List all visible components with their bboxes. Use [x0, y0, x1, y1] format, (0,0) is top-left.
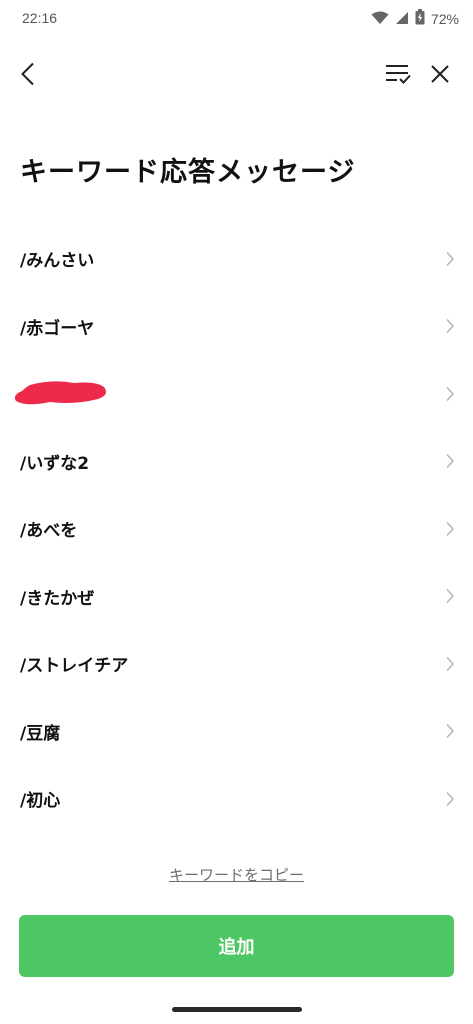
back-button[interactable]: [8, 56, 48, 96]
chevron-right-icon: [443, 724, 457, 739]
chevron-right-icon: [443, 319, 457, 334]
chevron-left-icon: [20, 62, 36, 90]
battery-charging-icon: [415, 9, 425, 29]
keyword-item[interactable]: /あべを: [0, 495, 473, 563]
status-time: 22:16: [22, 10, 58, 26]
keyword-item[interactable]: /いずな2: [0, 428, 473, 496]
keyword-item[interactable]: /初心: [0, 765, 473, 833]
keyword-item[interactable]: /みんさい: [0, 225, 473, 293]
home-indicator[interactable]: [172, 1007, 302, 1012]
keyword-label: /いずな2: [20, 453, 90, 474]
copy-keywords-link[interactable]: キーワードをコピー: [0, 864, 473, 885]
keyword-item[interactable]: /ストレイチア: [0, 630, 473, 698]
page-title: キーワード応答メッセージ: [20, 157, 356, 188]
close-icon: [430, 64, 450, 88]
keyword-label: /初心: [20, 791, 61, 812]
sort-check-icon: [385, 63, 411, 89]
battery-percentage: 72%: [430, 11, 459, 27]
add-button[interactable]: 追加: [19, 915, 454, 977]
keyword-label: /赤ゴーヤ: [20, 318, 95, 339]
chevron-right-icon: [443, 386, 457, 401]
chevron-right-icon: [443, 656, 457, 671]
chevron-right-icon: [443, 521, 457, 536]
keyword-item[interactable]: [0, 360, 473, 428]
keyword-item[interactable]: /豆腐: [0, 698, 473, 766]
redaction-scribble: [12, 377, 110, 409]
keyword-label: /あべを: [20, 521, 78, 542]
chevron-right-icon: [443, 589, 457, 604]
chevron-right-icon: [443, 454, 457, 469]
status-bar: 22:16 72%: [0, 0, 473, 40]
keyword-label: /みんさい: [20, 251, 95, 272]
status-icons: 72%: [371, 9, 459, 29]
keyword-list: /みんさい /赤ゴーヤ /いずな2 /あべを /きたかぜ /ストレイチア /豆腐…: [0, 225, 473, 833]
chevron-right-icon: [443, 791, 457, 806]
chevron-right-icon: [443, 251, 457, 266]
keyword-label: /きたかぜ: [20, 588, 95, 609]
close-button[interactable]: [420, 56, 460, 96]
keyword-item[interactable]: /赤ゴーヤ: [0, 293, 473, 361]
cellular-signal-icon: [395, 10, 409, 29]
keyword-label: /ストレイチア: [20, 656, 129, 677]
header: [0, 48, 473, 104]
keyword-label: /豆腐: [20, 723, 61, 744]
keyword-item[interactable]: /きたかぜ: [0, 563, 473, 631]
wifi-icon: [371, 10, 389, 29]
sort-button[interactable]: [378, 56, 418, 96]
